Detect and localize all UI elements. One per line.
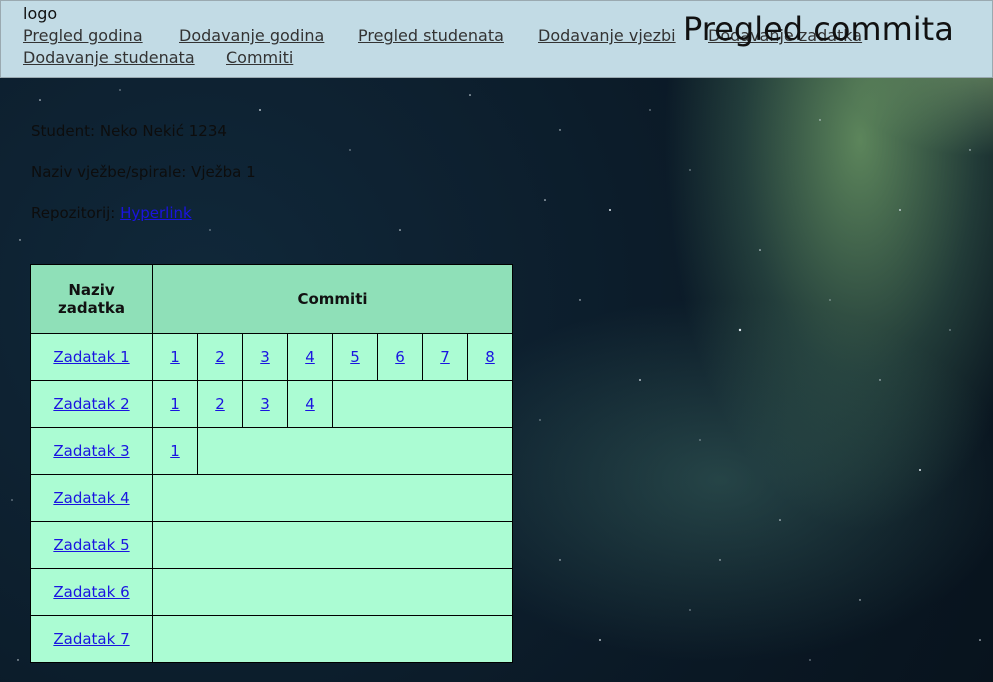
commits-table: Naziv zadatka Commiti Zadatak 112345678Z… — [30, 264, 513, 663]
student-info: Student: Neko Nekić 1234 — [31, 122, 227, 140]
page-title: Pregled commita — [683, 10, 954, 48]
commit-cell: 1 — [152, 427, 198, 475]
task-link[interactable]: Zadatak 1 — [53, 348, 129, 366]
commit-cell: 3 — [242, 333, 288, 381]
commit-link[interactable]: 1 — [170, 395, 180, 413]
empty-commits-cell — [152, 521, 513, 569]
table-row: Zadatak 1 1 2 3 4 5 6 7 8 — [30, 333, 513, 381]
task-cell: Zadatak 1 — [30, 333, 153, 381]
table-header-row: Naziv zadatka Commiti — [30, 264, 513, 334]
commit-cell: 6 — [377, 333, 423, 381]
nav-pregled-studenata[interactable]: Pregled studenata — [358, 26, 504, 45]
commit-link[interactable]: 3 — [260, 348, 270, 366]
commit-link[interactable]: 4 — [305, 395, 315, 413]
task-cell: Zadatak 2 — [30, 380, 153, 428]
repository-label: Repozitorij: — [31, 204, 121, 222]
empty-commits-cell — [197, 427, 513, 475]
header-task-name: Naziv zadatka — [30, 264, 153, 334]
commit-link[interactable]: 3 — [260, 395, 270, 413]
nav-dodavanje-vjezbi[interactable]: Dodavanje vjezbi — [538, 26, 676, 45]
top-header: logo Pregled godina Dodavanje godina Pre… — [0, 0, 993, 78]
nav-dodavanje-godina[interactable]: Dodavanje godina — [179, 26, 324, 45]
table-row: Zadatak 3 1 — [30, 427, 513, 475]
task-link[interactable]: Zadatak 4 — [53, 489, 129, 507]
commit-cell: 1 — [152, 380, 198, 428]
commit-link[interactable]: 1 — [170, 442, 180, 460]
logo[interactable]: logo — [23, 4, 57, 23]
commit-cell: 4 — [287, 380, 333, 428]
task-cell: Zadatak 6 — [30, 568, 153, 616]
repository-link[interactable]: Hyperlink — [120, 204, 192, 222]
commit-cell: 1 — [152, 333, 198, 381]
commit-cell: 2 — [197, 380, 243, 428]
repository-info: Repozitorij: Hyperlink — [31, 204, 192, 222]
commit-cell: 3 — [242, 380, 288, 428]
exercise-info: Naziv vježbe/spirale: Vježba 1 — [31, 163, 256, 181]
table-row: Zadatak 2 1 2 3 4 — [30, 380, 513, 428]
task-cell: Zadatak 4 — [30, 474, 153, 522]
task-cell: Zadatak 7 — [30, 615, 153, 663]
task-cell: Zadatak 3 — [30, 427, 153, 475]
empty-commits-cell — [152, 615, 513, 663]
commit-link[interactable]: 1 — [170, 348, 180, 366]
task-link[interactable]: Zadatak 5 — [53, 536, 129, 554]
empty-commits-cell — [152, 474, 513, 522]
task-link[interactable]: Zadatak 3 — [53, 442, 129, 460]
commit-link[interactable]: 4 — [305, 348, 315, 366]
commit-cell: 5 — [332, 333, 378, 381]
nav-commiti[interactable]: Commiti — [226, 48, 293, 67]
commit-cell: 8 — [467, 333, 513, 381]
commit-link[interactable]: 6 — [395, 348, 405, 366]
commit-link[interactable]: 2 — [215, 348, 225, 366]
task-link[interactable]: Zadatak 2 — [53, 395, 129, 413]
table-row: Zadatak 7 — [30, 615, 513, 663]
empty-commits-cell — [152, 568, 513, 616]
commit-cell: 4 — [287, 333, 333, 381]
table-row: Zadatak 4 — [30, 474, 513, 522]
table-row: Zadatak 6 — [30, 568, 513, 616]
commit-link[interactable]: 8 — [485, 348, 495, 366]
table-row: Zadatak 5 — [30, 521, 513, 569]
commit-cell: 2 — [197, 333, 243, 381]
nav-dodavanje-studenata[interactable]: Dodavanje studenata — [23, 48, 195, 67]
task-link[interactable]: Zadatak 6 — [53, 583, 129, 601]
commit-cell: 7 — [422, 333, 468, 381]
commit-link[interactable]: 5 — [350, 348, 360, 366]
commit-link[interactable]: 2 — [215, 395, 225, 413]
table-body: Zadatak 1 1 2 3 4 5 6 7 8 Zadatak 2 1 2 3 4 Zadatak 3 1… — [30, 333, 513, 663]
task-cell: Zadatak 5 — [30, 521, 153, 569]
commit-link[interactable]: 7 — [440, 348, 450, 366]
header-commits: Commiti — [152, 264, 513, 334]
nav-pregled-godina[interactable]: Pregled godina — [23, 26, 143, 45]
empty-commits-cell — [332, 380, 513, 428]
task-link[interactable]: Zadatak 7 — [53, 630, 129, 648]
